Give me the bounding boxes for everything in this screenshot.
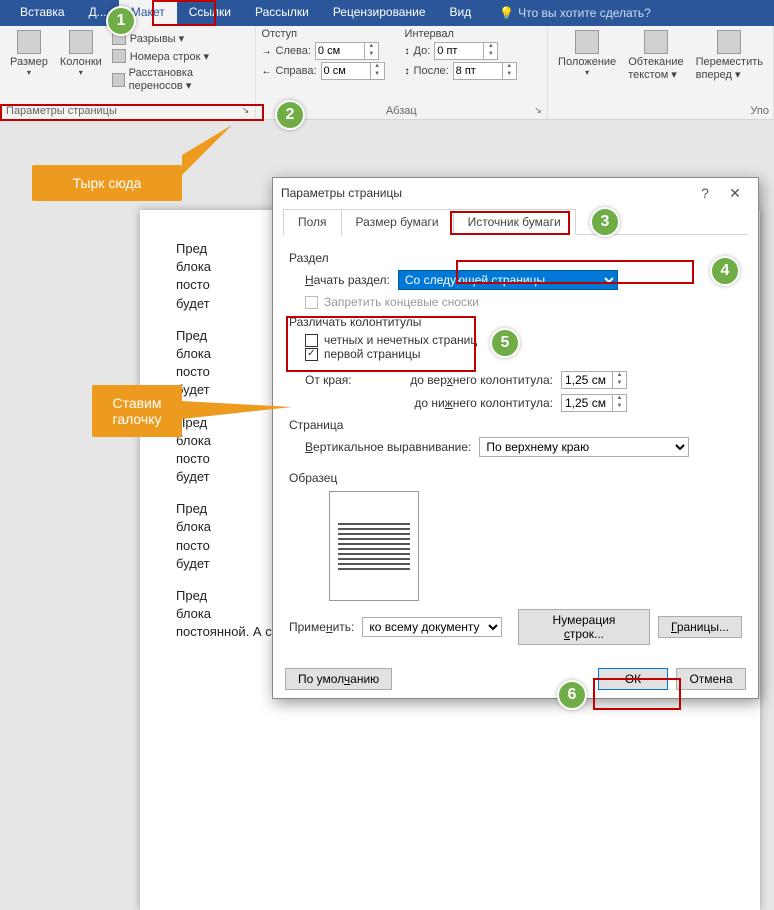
tab-view[interactable]: Вид <box>438 0 484 26</box>
line-numbers-button[interactable]: Номера строк ▾ <box>110 48 249 64</box>
page-setup-group-label: Параметры страницы <box>0 105 255 117</box>
preview-box <box>329 491 419 601</box>
section-start-combo[interactable]: Со следующей страницы <box>398 270 618 290</box>
bring-forward-button[interactable]: Переместить вперед ▾ <box>692 28 767 83</box>
wrap-text-button[interactable]: Обтекание текстом ▾ <box>624 28 687 83</box>
indent-label: Отступ <box>262 28 385 40</box>
dialog-titlebar[interactable]: Параметры страницы ? ✕ <box>273 178 758 208</box>
tab-references[interactable]: Ссылки <box>177 0 243 26</box>
columns-button[interactable]: Колонки▾ <box>56 28 106 79</box>
to-header-label: до верхнего колонтитула: <box>383 373 553 387</box>
spacing-before-input[interactable] <box>434 42 484 60</box>
wrap-icon <box>644 30 668 54</box>
forward-label: Переместить вперед ▾ <box>696 56 763 81</box>
headers-label: Различать колонтитулы <box>289 315 742 329</box>
section-label: Раздел <box>289 251 742 265</box>
spacing-after-input[interactable] <box>453 62 503 80</box>
indent-right-input[interactable] <box>321 62 371 80</box>
suppress-endnotes-check: Запретить концевые сноски <box>305 295 742 309</box>
paragraph-launcher[interactable]: ↘ <box>531 103 545 117</box>
tell-me[interactable]: 💡 Что вы хотите сделать? <box>483 0 651 26</box>
spacing-before-label: До: <box>414 45 431 57</box>
first-page-check[interactable]: ✓ первой страницы <box>305 347 742 361</box>
apply-label: Применить: <box>289 620 354 634</box>
footer-distance-input[interactable] <box>561 394 613 412</box>
breaks-label: Разрывы ▾ <box>130 32 184 45</box>
close-button[interactable]: ✕ <box>720 185 750 202</box>
spacing-after-label: После: <box>414 65 449 77</box>
position-button[interactable]: Положение▾ <box>554 28 620 83</box>
callout-1: Тырк сюда <box>32 165 182 201</box>
page-setup-dialog: Параметры страницы ? ✕ Поля Размер бумаг… <box>272 177 759 699</box>
indent-left-label: Слева: <box>276 45 311 57</box>
default-button[interactable]: По умолчанию <box>285 668 392 690</box>
ribbon: Размер▾ Колонки▾ Разрывы ▾ Номера строк … <box>0 26 774 120</box>
from-edge-label: От края: <box>305 373 375 387</box>
position-label: Положение <box>558 56 616 68</box>
line-numbers-button[interactable]: Нумерация строк... <box>518 609 650 645</box>
tell-me-text: Что вы хотите сделать? <box>518 6 651 20</box>
size-label: Размер <box>10 56 48 68</box>
up-arrow-icon[interactable]: ▲ <box>365 43 378 51</box>
annotation-marker-5: 5 <box>490 328 520 358</box>
page-setup-launcher[interactable]: ↘ <box>239 103 253 117</box>
wrap-label: Обтекание текстом ▾ <box>628 56 683 81</box>
annotation-marker-1: 1 <box>106 6 136 36</box>
section-start-label: Начать раздел: <box>305 273 390 287</box>
tab-paper-source[interactable]: Источник бумаги <box>453 209 576 235</box>
page-section-label: Страница <box>289 418 742 432</box>
preview-label: Образец <box>289 471 742 485</box>
lightbulb-icon: 💡 <box>499 6 514 20</box>
indent-right-label: Справа: <box>276 65 317 77</box>
header-distance-input[interactable] <box>561 371 613 389</box>
cancel-button[interactable]: Отмена <box>676 668 746 690</box>
suppress-endnotes-label: Запретить концевые сноски <box>324 295 479 309</box>
annotation-marker-2: 2 <box>275 100 305 130</box>
columns-icon <box>69 30 93 54</box>
tab-fields[interactable]: Поля <box>283 209 342 235</box>
forward-icon <box>717 30 741 54</box>
valign-combo[interactable]: По верхнему краю <box>479 437 689 457</box>
tab-mailings[interactable]: Рассылки <box>243 0 321 26</box>
annotation-marker-3: 3 <box>590 207 620 237</box>
hyphenation-button[interactable]: Расстановка переносов ▾ <box>110 66 249 93</box>
indent-left-input[interactable] <box>315 42 365 60</box>
tab-insert[interactable]: Вставка <box>8 0 77 26</box>
line-numbers-label: Номера строк ▾ <box>130 50 209 63</box>
checkbox-icon[interactable]: ✓ <box>305 348 318 361</box>
valign-label: Вертикальное выравнивание: <box>305 440 471 454</box>
size-icon <box>17 30 41 54</box>
line-numbers-icon <box>112 49 126 63</box>
checkbox-icon[interactable] <box>305 334 318 347</box>
checkbox-icon <box>305 296 318 309</box>
position-icon <box>575 30 599 54</box>
dialog-title: Параметры страницы <box>281 186 402 200</box>
annotation-marker-6: 6 <box>557 680 587 710</box>
callout-2: Ставим галочку <box>92 385 182 437</box>
columns-label: Колонки <box>60 56 102 68</box>
odd-even-label: четных и нечетных страниц <box>324 333 477 347</box>
dialog-tabs: Поля Размер бумаги Источник бумаги <box>283 208 748 235</box>
odd-even-check[interactable]: четных и нечетных страниц <box>305 333 742 347</box>
hyphenation-icon <box>112 73 125 87</box>
apply-combo[interactable]: ко всему документу <box>362 617 502 637</box>
size-button[interactable]: Размер▾ <box>6 28 52 79</box>
ok-button[interactable]: ОК <box>598 668 668 690</box>
borders-button[interactable]: Границы... <box>658 616 742 638</box>
tab-review[interactable]: Рецензирование <box>321 0 438 26</box>
spacing-label: Интервал <box>405 28 517 40</box>
help-button[interactable]: ? <box>690 185 720 201</box>
tab-paper-size[interactable]: Размер бумаги <box>341 209 454 235</box>
arrange-group-label: Упо <box>548 105 773 117</box>
annotation-marker-4: 4 <box>710 256 740 286</box>
hyphenation-label: Расстановка переносов ▾ <box>129 67 247 92</box>
down-arrow-icon[interactable]: ▼ <box>365 51 378 59</box>
first-page-label: первой страницы <box>324 347 420 361</box>
to-footer-label: до нижнего колонтитула: <box>383 396 553 410</box>
